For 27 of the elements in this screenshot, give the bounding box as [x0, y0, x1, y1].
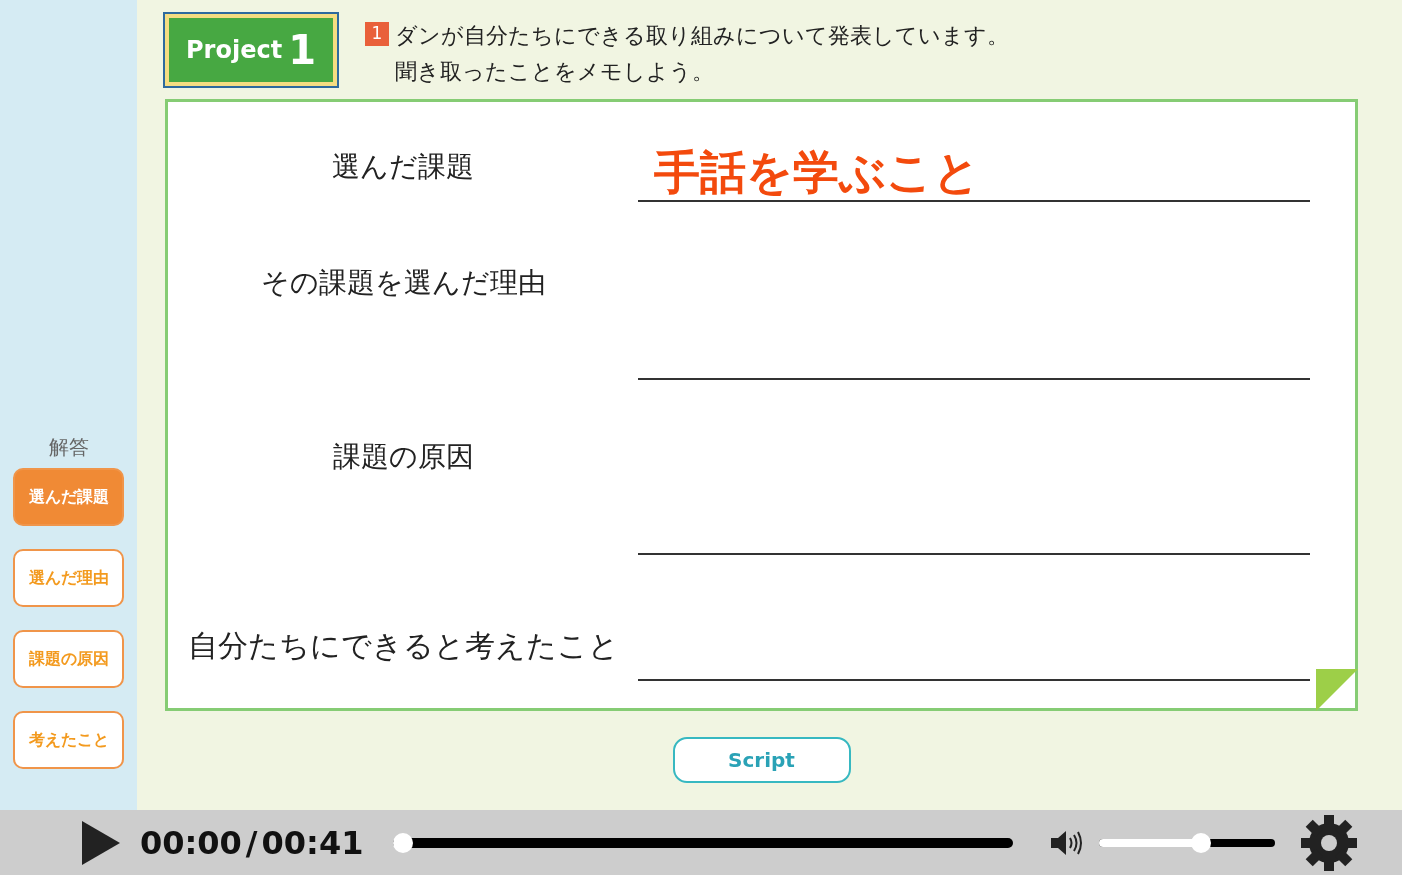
memo-label: 自分たちにできると考えたこと [186, 627, 620, 665]
answer-tab[interactable]: 課題の原因 [13, 630, 124, 688]
memo-label: その課題を選んだ理由 [259, 265, 547, 301]
volume-track[interactable] [1099, 831, 1276, 854]
current-time: 00:00 [140, 822, 242, 864]
answer-tab[interactable]: 選んだ理由 [13, 549, 124, 607]
sidebar-title: 解答 [48, 434, 89, 461]
duration: 00:41 [261, 822, 364, 864]
task-number: 1 [365, 22, 389, 46]
script-button[interactable]: Script [672, 737, 851, 783]
answer-text: 手話を学ぶこと [654, 147, 980, 198]
memo-label: 選んだ課題 [331, 149, 475, 185]
volume-thumb[interactable] [1191, 832, 1212, 853]
instruction-line: ダンが自分たちにできる取り組みについて発表しています。 [395, 22, 1009, 50]
progress-thumb[interactable] [393, 832, 414, 853]
badge-word: Project [186, 35, 283, 66]
settings-icon[interactable] [1299, 812, 1360, 873]
memo-label: 課題の原因 [331, 439, 475, 475]
progress-track[interactable] [393, 831, 1014, 854]
instruction-line: 聞き取ったことをメモしよう。 [395, 58, 715, 86]
folded-corner-icon [1316, 669, 1358, 711]
answer-tab[interactable]: 選んだ課題 [13, 468, 124, 526]
badge-number: 1 [288, 30, 316, 70]
answer-tab[interactable]: 考えたこと [13, 711, 124, 769]
speaker-icon[interactable] [1049, 828, 1084, 857]
play-icon[interactable] [80, 818, 122, 867]
time-separator: / [245, 822, 258, 864]
